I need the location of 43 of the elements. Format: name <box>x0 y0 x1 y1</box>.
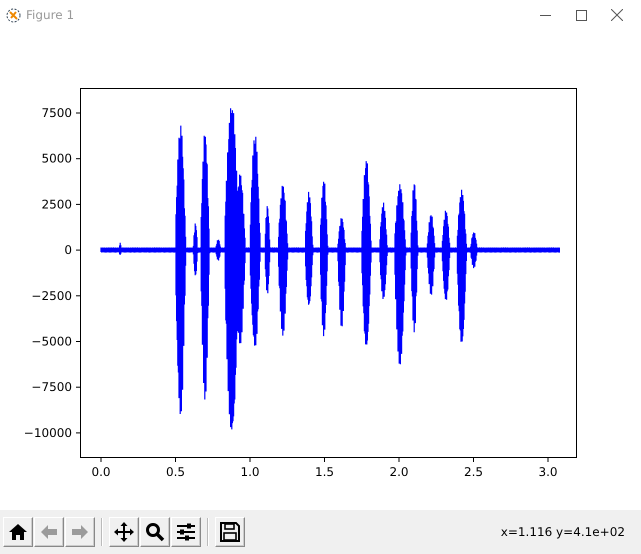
tick-mark <box>76 158 80 160</box>
y-tick-label: −10000 <box>24 426 72 440</box>
tick-mark <box>76 432 80 434</box>
x-tick-label: 1.5 <box>314 465 334 479</box>
y-tick-label: 7500 <box>41 106 72 120</box>
y-tick-label: −2500 <box>31 288 72 303</box>
tick-mark <box>76 112 80 114</box>
move-icon <box>114 522 134 542</box>
x-tick-label: 0.5 <box>166 465 186 479</box>
x-tick-label: 2.0 <box>389 465 409 479</box>
close-icon <box>611 9 623 21</box>
cursor-coordinates: x=1.116 y=4.1e+02 <box>500 525 625 539</box>
save-button[interactable] <box>215 517 245 547</box>
y-tick-label: −5000 <box>31 334 72 348</box>
tick-mark <box>76 250 80 251</box>
app-icon <box>6 8 21 22</box>
home-icon <box>8 522 28 542</box>
tick-mark <box>76 386 80 388</box>
x-tick-label: 2.5 <box>464 465 484 479</box>
sliders-icon <box>176 522 196 542</box>
x-tick-label: 3.0 <box>538 465 558 479</box>
search-icon <box>145 522 165 542</box>
pan-button[interactable] <box>109 517 139 547</box>
tick-mark <box>324 458 325 462</box>
y-tick-label: 0 <box>64 243 72 258</box>
x-tick-label: 0.0 <box>91 465 111 479</box>
subplots-button[interactable] <box>171 517 201 547</box>
home-button[interactable] <box>3 517 33 547</box>
tick-mark <box>76 295 80 296</box>
zoom-button[interactable] <box>140 517 170 547</box>
window-title: Figure 1 <box>26 8 74 22</box>
maximize-icon <box>576 10 586 20</box>
tick-mark <box>100 458 102 462</box>
right-arrow-icon <box>70 522 90 542</box>
y-tick-label: 2500 <box>41 197 72 212</box>
tick-mark <box>175 458 176 462</box>
tick-mark <box>473 458 474 462</box>
y-tick-label: 5000 <box>41 152 72 166</box>
tick-mark <box>76 341 80 342</box>
x-tick-label: 1.0 <box>240 465 260 479</box>
y-tick-label: −7500 <box>31 380 72 394</box>
tick-mark <box>76 204 80 205</box>
tick-mark <box>398 458 400 462</box>
